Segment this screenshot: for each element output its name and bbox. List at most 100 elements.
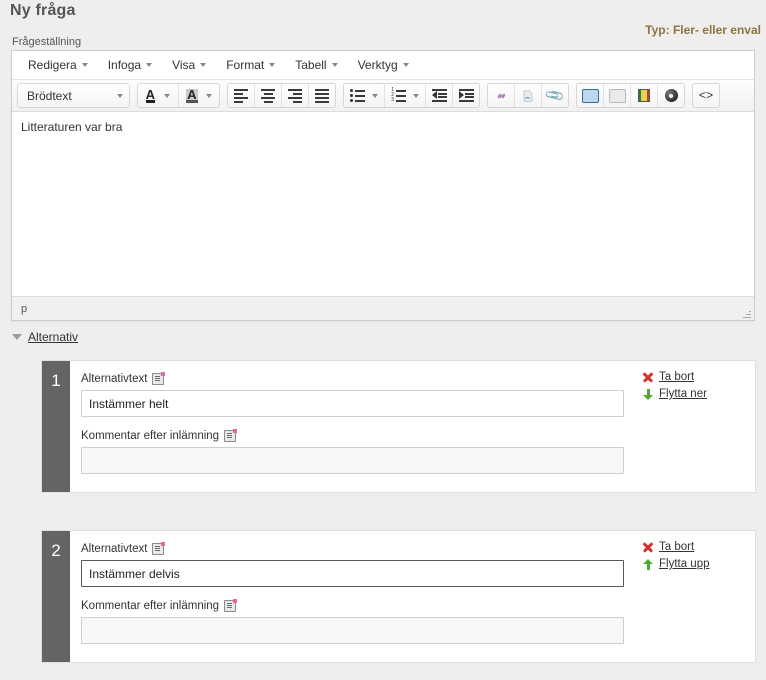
help-edit-icon[interactable] <box>224 429 238 442</box>
source-group: <> <box>692 83 720 108</box>
menu-redigera[interactable]: Redigera <box>19 54 97 76</box>
align-left-button[interactable] <box>228 84 255 107</box>
alternative-number: 2 <box>42 531 70 662</box>
source-code-button[interactable]: <> <box>693 84 719 107</box>
page-title: Ny fråga <box>10 2 76 19</box>
align-justify-button[interactable] <box>309 84 335 107</box>
alignment-group <box>227 83 336 108</box>
attachment-icon: 📎 <box>543 84 566 106</box>
menu-tabell-label: Tabell <box>295 58 327 72</box>
insert-video-icon <box>638 89 650 102</box>
text-color-icon: A <box>145 86 156 103</box>
editor-paragraph: Litteraturen var bra <box>21 120 123 134</box>
menu-infoga[interactable]: Infoga <box>99 54 161 76</box>
chevron-down-icon <box>200 63 207 67</box>
align-center-button[interactable] <box>255 84 282 107</box>
alternative-comment-label-text: Kommentar efter inlämning <box>81 430 220 442</box>
alternative-comment-label-text: Kommentar efter inlämning <box>81 600 220 612</box>
menu-visa-label: Visa <box>172 58 196 72</box>
insert-media-icon <box>581 88 599 103</box>
rich-text-editor: Redigera Infoga Visa Format Tabell Verkt… <box>11 50 755 321</box>
link-icon <box>497 92 505 99</box>
format-select-group: Brödtext <box>17 83 130 108</box>
insert-template-button[interactable] <box>604 84 631 107</box>
move-alternative-label[interactable]: Flytta ner <box>659 388 707 400</box>
insert-audio-icon <box>664 89 678 102</box>
alternative-comment-input[interactable] <box>81 617 624 644</box>
insert-link-button[interactable] <box>488 84 515 107</box>
menu-tabell[interactable]: Tabell <box>286 54 346 76</box>
arrow-down-icon <box>643 388 653 400</box>
help-edit-icon[interactable] <box>152 372 166 385</box>
move-alternative-action[interactable]: Flytta upp <box>643 558 743 570</box>
alternative-comment-input[interactable] <box>81 447 624 474</box>
alternative-card: 1 Alternativtext Kommentar efter inlämni… <box>41 360 756 493</box>
format-block-select[interactable]: Brödtext <box>18 84 129 107</box>
insert-audio-button[interactable] <box>658 84 684 107</box>
numbered-list-button[interactable]: 1 2 3 <box>385 84 426 107</box>
alternative-text-input[interactable] <box>81 390 624 417</box>
chevron-down-icon <box>81 63 88 67</box>
chevron-down-icon <box>117 93 123 98</box>
menu-infoga-label: Infoga <box>107 58 142 72</box>
menu-verktyg[interactable]: Verktyg <box>349 54 418 76</box>
align-right-icon <box>288 88 302 103</box>
editor-content-area[interactable]: Litteraturen var bra <box>12 112 754 296</box>
menu-redigera-label: Redigera <box>28 58 77 72</box>
move-alternative-action[interactable]: Flytta ner <box>643 388 743 400</box>
attachment-button[interactable]: 📎 <box>542 84 568 107</box>
delete-alternative-label[interactable]: Ta bort <box>659 541 694 553</box>
question-type-label: Typ: Fler- eller enval <box>645 23 761 37</box>
alternative-body: Alternativtext Kommentar efter inlämning… <box>70 531 755 662</box>
resize-handle-icon[interactable] <box>742 309 751 318</box>
alternative-text-label-text: Alternativtext <box>81 373 148 385</box>
bullet-list-button[interactable] <box>344 84 385 107</box>
chevron-down-icon <box>164 93 171 98</box>
chevron-down-icon <box>12 334 22 340</box>
move-alternative-label[interactable]: Flytta upp <box>659 558 710 570</box>
help-edit-icon[interactable] <box>152 542 166 555</box>
link-group: 📎 <box>487 83 569 108</box>
text-color-button[interactable]: A <box>138 84 179 107</box>
page-root: Ny fråga Typ: Fler- eller enval Frågestä… <box>0 0 766 680</box>
alternatives-toggle[interactable]: Alternativ <box>12 330 78 344</box>
alternative-text-label-text: Alternativtext <box>81 543 148 555</box>
align-center-icon <box>261 88 275 103</box>
menu-format[interactable]: Format <box>217 54 284 76</box>
chevron-down-icon <box>371 93 378 98</box>
chevron-down-icon <box>146 63 153 67</box>
alternative-card: 2 Alternativtext Kommentar efter inlämni… <box>41 530 756 663</box>
help-edit-icon[interactable] <box>224 599 238 612</box>
align-left-icon <box>234 88 248 103</box>
indent-button[interactable] <box>453 84 479 107</box>
element-path: p <box>21 302 28 315</box>
media-group <box>576 83 685 108</box>
editor-toolbar: Brödtext A A 1 2 3 📎 <> <box>12 80 754 112</box>
arrow-up-icon <box>643 558 653 570</box>
alternative-number: 1 <box>42 361 70 492</box>
alternative-comment-label: Kommentar efter inlämning <box>81 429 755 442</box>
question-field-label: Frågeställning <box>12 36 82 48</box>
alternative-actions: Ta bort Flytta ner <box>642 371 743 405</box>
align-right-button[interactable] <box>282 84 309 107</box>
alternative-comment-label: Kommentar efter inlämning <box>81 599 755 612</box>
unlink-button[interactable] <box>515 84 542 107</box>
align-justify-icon <box>315 88 329 103</box>
insert-video-button[interactable] <box>631 84 658 107</box>
list-indent-group: 1 2 3 <box>343 83 480 108</box>
numbered-list-icon: 1 2 3 <box>391 88 407 103</box>
alternatives-toggle-label[interactable]: Alternativ <box>28 330 78 344</box>
alternative-text-input[interactable] <box>81 560 624 587</box>
delete-alternative-action[interactable]: Ta bort <box>642 371 743 383</box>
delete-alternative-label[interactable]: Ta bort <box>659 371 694 383</box>
background-color-button[interactable]: A <box>179 84 219 107</box>
bullet-list-icon <box>350 89 366 102</box>
outdent-button[interactable] <box>426 84 453 107</box>
outdent-icon <box>431 89 447 102</box>
editor-menubar: Redigera Infoga Visa Format Tabell Verkt… <box>12 51 754 80</box>
delete-icon <box>642 542 654 553</box>
menu-visa[interactable]: Visa <box>163 54 215 76</box>
delete-alternative-action[interactable]: Ta bort <box>642 541 743 553</box>
insert-media-button[interactable] <box>577 84 604 107</box>
indent-icon <box>458 89 474 102</box>
